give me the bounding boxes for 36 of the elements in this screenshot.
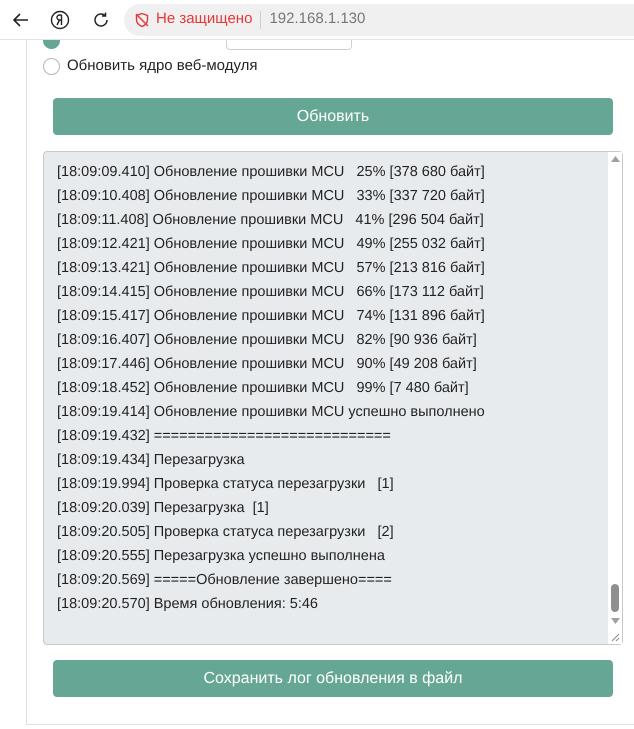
log-line: [18:09:20.505] Проверка статуса перезагрузки [2]: [57, 523, 394, 542]
update-button[interactable]: Обновить: [53, 98, 613, 135]
log-line: [18:09:13.421] Обновление прошивки MCU 57% [213 816 байт]: [57, 259, 485, 278]
log-line: [18:09:20.569] =====Обновление завершено====: [57, 571, 392, 590]
scroll-up-icon[interactable]: [610, 156, 620, 162]
log-line: [18:09:12.421] Обновление прошивки MCU 49% [255 032 байт]: [57, 235, 485, 254]
resize-grip-icon[interactable]: [610, 632, 620, 642]
security-label: Не защищено: [156, 9, 252, 30]
address-text: 192.168.1.130: [269, 9, 366, 30]
circle-letter-icon[interactable]: [50, 10, 70, 30]
log-line: [18:09:09.410] Обновление прошивки MCU 25% [378 680 байт]: [57, 163, 485, 182]
log-line: [18:09:16.407] Обновление прошивки MCU 82% [90 936 байт]: [57, 331, 477, 350]
log-line: [18:09:11.408] Обновление прошивки MCU 41% [296 504 байт]: [57, 211, 484, 230]
log-line: [18:09:15.417] Обновление прошивки MCU 74% [131 896 байт]: [57, 307, 485, 326]
reload-icon[interactable]: [92, 10, 110, 28]
scroll-thumb[interactable]: [611, 584, 619, 612]
log-line: [18:09:17.446] Обновление прошивки MCU 90% [49 208 байт]: [57, 355, 477, 374]
log-line: [18:09:10.408] Обновление прошивки MCU 33% [337 720 байт]: [57, 187, 485, 206]
log-line: [18:09:19.434] Перезагрузка: [57, 451, 245, 470]
radio-button[interactable]: [43, 58, 60, 74]
scrollbar[interactable]: [608, 152, 622, 644]
crossed-shield-icon: [134, 12, 150, 28]
log-line: [18:09:14.415] Обновление прошивки MCU 66% [173 112 байт]: [57, 283, 484, 302]
log-line: [18:09:20.039] Перезагрузка [1]: [57, 499, 269, 518]
log-line: [18:09:20.570] Время обновления: 5:46: [57, 595, 318, 614]
log-line: [18:09:19.994] Проверка статуса перезагрузки [1]: [57, 475, 394, 494]
address-bar[interactable]: Не защищено 192.168.1.130: [124, 4, 634, 36]
log-line: [18:09:20.555] Перезагрузка успешно выполнена: [57, 547, 385, 566]
log-textarea[interactable]: [43, 151, 623, 645]
back-arrow-icon[interactable]: [12, 10, 30, 28]
save-log-button[interactable]: Сохранить лог обновления в файл: [53, 660, 613, 697]
log-line: [18:09:18.452] Обновление прошивки MCU 99% [7 480 байт]: [57, 379, 469, 398]
log-line: [18:09:19.414] Обновление прошивки MCU успешно выполнено: [57, 403, 485, 422]
scroll-down-icon[interactable]: [610, 618, 620, 624]
option-label: Обновить ядро веб-модуля: [67, 56, 258, 76]
log-line: [18:09:19.432] ============================: [57, 427, 391, 446]
